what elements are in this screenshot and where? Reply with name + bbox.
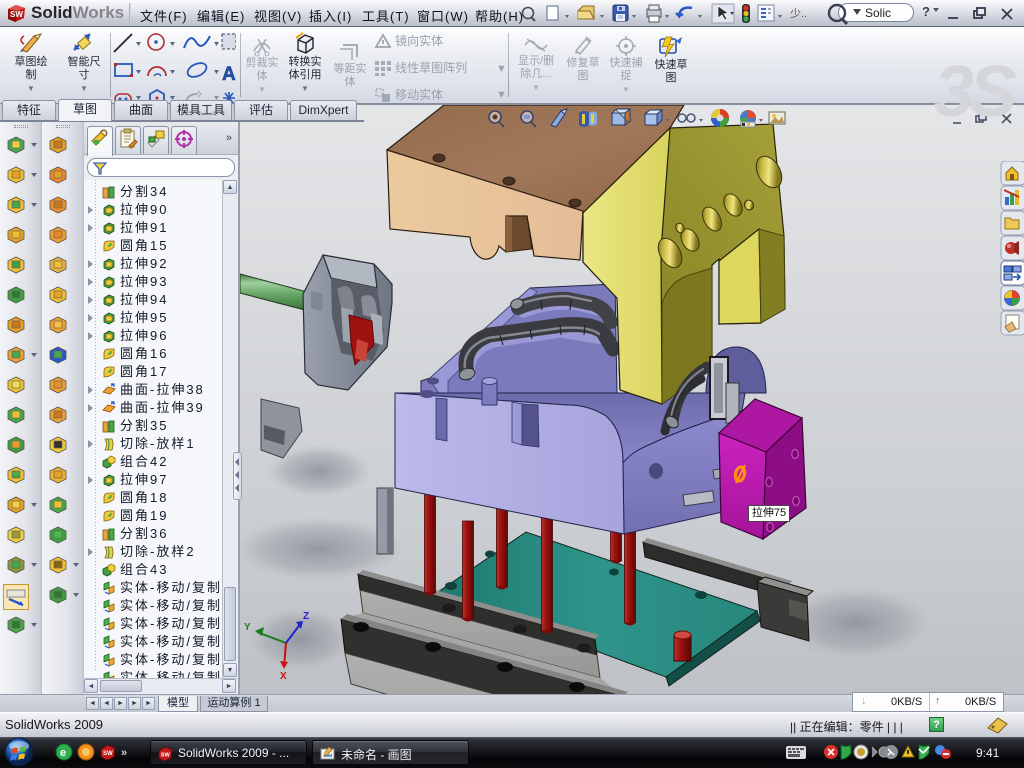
svg-text:Y: Y [244, 622, 251, 633]
svg-text:A: A [222, 64, 236, 85]
svg-text:少..: 少.. [790, 7, 807, 20]
svg-text:SW: SW [10, 10, 23, 19]
svg-text:»: » [121, 747, 127, 759]
svg-text:e: e [60, 747, 66, 759]
svg-text:SW: SW [103, 751, 113, 757]
svg-text:SW: SW [161, 752, 171, 758]
svg-text:Z: Z [303, 611, 309, 622]
svg-text:X: X [280, 671, 287, 682]
